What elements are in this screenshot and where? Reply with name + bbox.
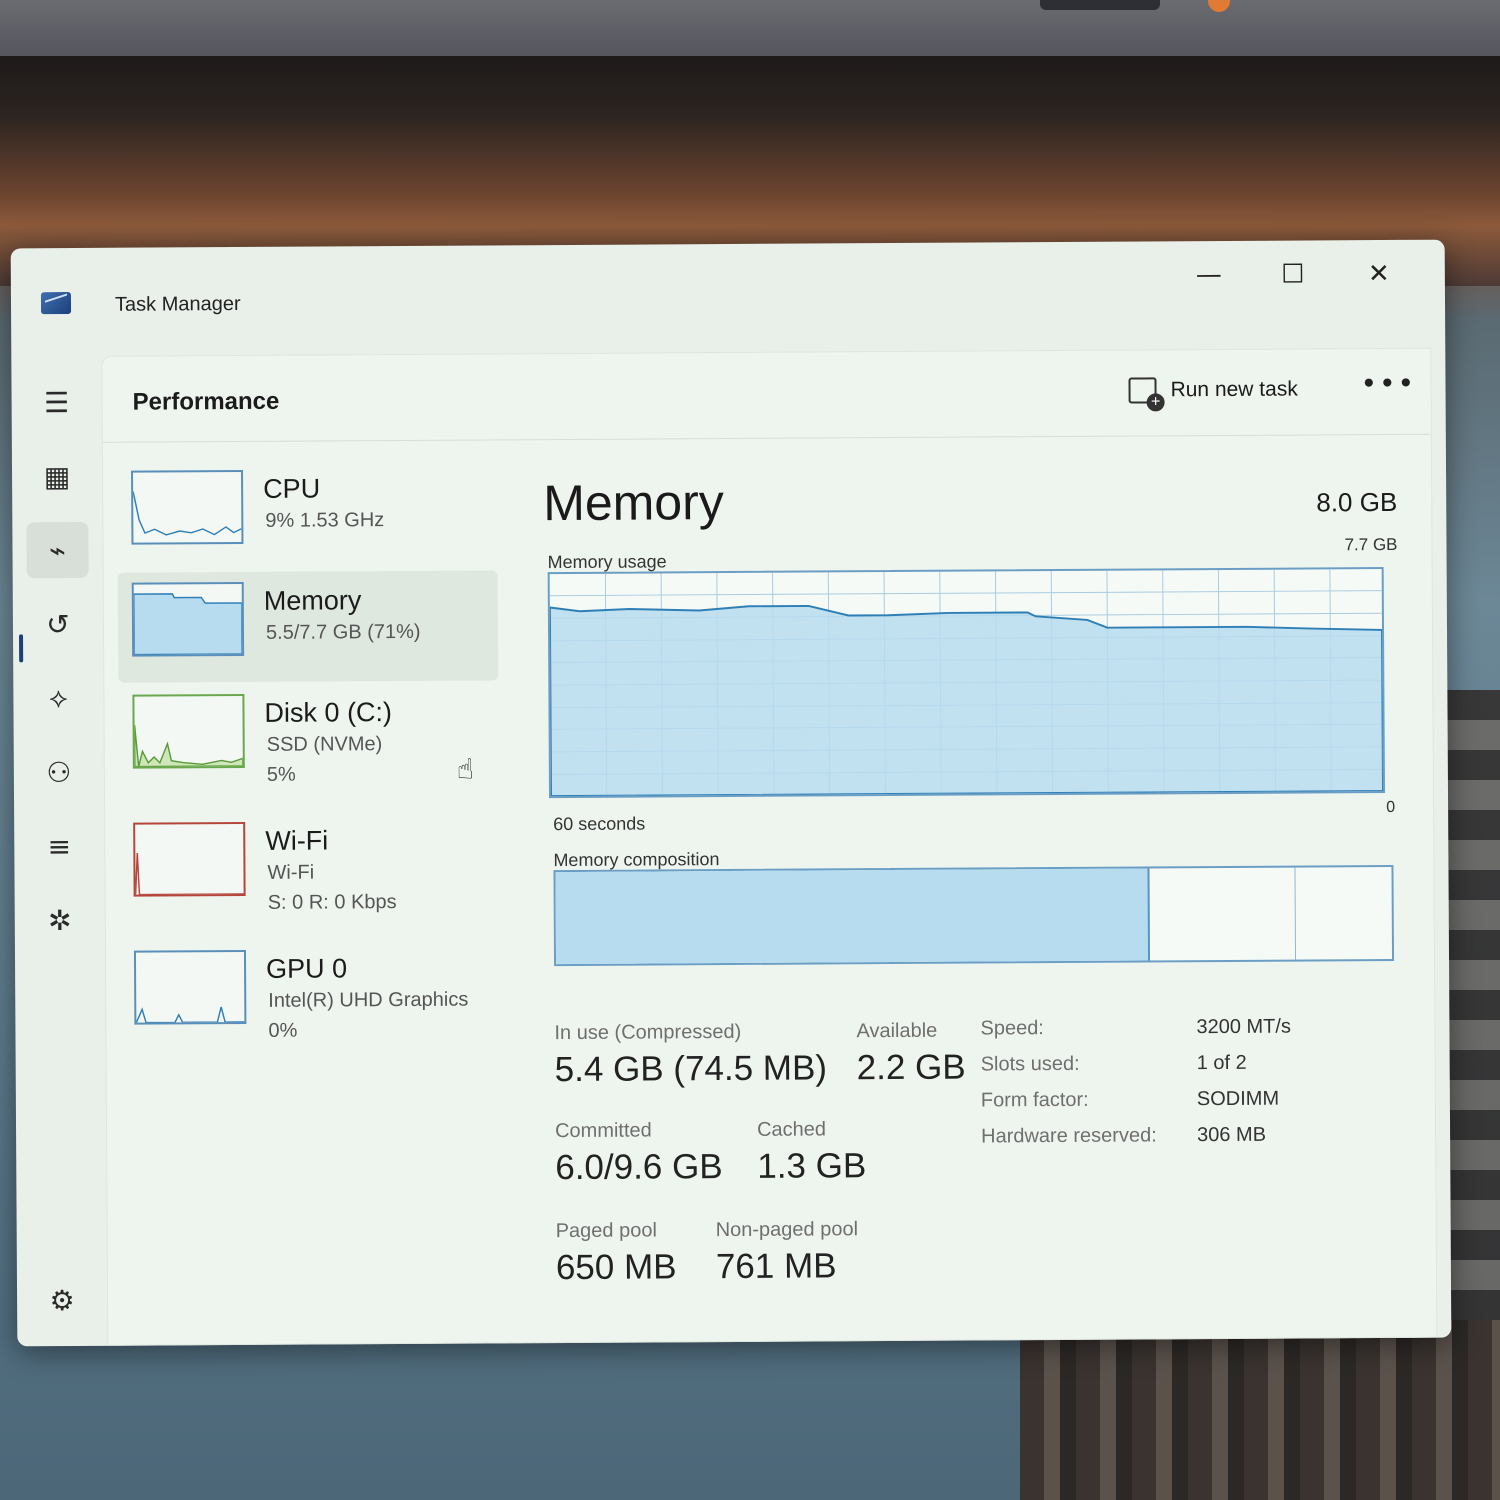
- performance-pane: Performance Run new task ••• CPU 9% 1.53…: [101, 347, 1438, 1346]
- device-throughput: S: 0 R: 0 Kbps: [267, 891, 397, 914]
- webcam: [1040, 0, 1160, 10]
- desktop-wallpaper-dock: [1020, 1320, 1500, 1500]
- non-paged-pool-value: 761 MB: [715, 1246, 837, 1287]
- users-icon[interactable]: ⚇: [28, 744, 90, 800]
- graph-time-span: 60 seconds: [553, 813, 646, 835]
- run-new-task-icon: [1128, 377, 1157, 404]
- available-value: 2.2 GB: [856, 1047, 966, 1088]
- form-factor-value: SODIMM: [1196, 1087, 1280, 1111]
- services-icon[interactable]: ✲: [29, 892, 91, 948]
- device-list: CPU 9% 1.53 GHz Memory 5.5/7.7 GB (71%) …: [117, 458, 501, 1080]
- device-name: CPU: [263, 473, 321, 504]
- committed-value: 6.0/9.6 GB: [555, 1147, 723, 1188]
- memory-composition-bar: [553, 864, 1395, 967]
- memory-usage-graph: [547, 567, 1386, 799]
- device-name: Disk 0 (C:): [264, 697, 393, 728]
- page-title: Performance: [132, 387, 280, 416]
- performance-icon[interactable]: ⌁: [26, 521, 89, 579]
- memory-detail-panel: Memory 8.0 GB Memory usage 7.7 GB 60 sec…: [543, 449, 1408, 1334]
- gpu-thumbnail-graph: [133, 949, 247, 1025]
- device-name: Memory: [263, 585, 362, 616]
- hardware-reserved-value: 306 MB: [1197, 1123, 1267, 1147]
- device-name: GPU 0: [265, 953, 348, 984]
- speed-value: 3200 MT/s: [1196, 1015, 1291, 1039]
- cached-value: 1.3 GB: [757, 1146, 867, 1186]
- speed-label: Speed:: [980, 1017, 1044, 1040]
- usage-graph-label: Memory usage: [547, 551, 667, 573]
- app-history-icon[interactable]: ↺: [27, 596, 89, 652]
- run-new-task-label: Run new task: [1170, 377, 1298, 402]
- composition-label: Memory composition: [553, 849, 720, 871]
- composition-in-use[interactable]: [555, 868, 1150, 965]
- close-button[interactable]: ✕: [1359, 254, 1399, 294]
- device-item-gpu[interactable]: GPU 0 Intel(R) UHD Graphics 0%: [120, 938, 501, 1050]
- slots-used-value: 1 of 2: [1196, 1051, 1247, 1075]
- settings-icon[interactable]: ⚙: [31, 1272, 93, 1328]
- in-use-value: 5.4 GB (74.5 MB): [554, 1048, 828, 1090]
- memory-usage-area: [548, 604, 1385, 798]
- device-detail: 5.5/7.7 GB (71%): [265, 620, 421, 644]
- in-use-label: In use (Compressed): [554, 1020, 742, 1045]
- active-nav-indicator: [19, 634, 24, 663]
- device-usage: 0%: [268, 1019, 298, 1042]
- details-icon[interactable]: ≡: [28, 818, 90, 874]
- navigation-sidebar: ☰ ▦ ⌁ ↺ ⟡ ⚇ ≡ ✲ ⚙: [11, 344, 107, 1347]
- device-detail: SSD (NVMe): [266, 733, 383, 756]
- memory-thumbnail-graph: [131, 581, 245, 657]
- available-label: Available: [856, 1019, 938, 1043]
- wifi-thumbnail-graph: [133, 821, 246, 897]
- graph-zero-label: 0: [1386, 798, 1396, 816]
- device-usage: 5%: [266, 763, 296, 786]
- maximize-button[interactable]: ☐: [1273, 254, 1313, 294]
- page-header: Performance Run new task •••: [102, 348, 1431, 443]
- run-new-task-button[interactable]: Run new task: [1128, 370, 1298, 411]
- more-options-button[interactable]: •••: [1360, 367, 1416, 400]
- cached-label: Cached: [756, 1118, 827, 1141]
- title-bar[interactable]: Task Manager — ☐ ✕: [11, 240, 1446, 345]
- device-detail: Intel(R) UHD Graphics: [268, 988, 469, 1012]
- device-item-disk[interactable]: Disk 0 (C:) SSD (NVMe) 5%: [118, 682, 499, 794]
- paged-pool-label: Paged pool: [555, 1219, 657, 1243]
- window-title: Task Manager: [114, 292, 241, 316]
- device-name: Wi-Fi: [265, 825, 329, 856]
- paged-pool-value: 650 MB: [555, 1247, 677, 1288]
- processes-icon[interactable]: ▦: [26, 448, 88, 504]
- slots-used-label: Slots used:: [980, 1052, 1080, 1076]
- laptop-bezel: [0, 0, 1500, 56]
- task-manager-app-icon: [40, 292, 72, 315]
- hand-pointer-icon: ☝: [456, 752, 475, 786]
- device-item-memory[interactable]: Memory 5.5/7.7 GB (71%): [117, 570, 499, 683]
- minimize-button[interactable]: —: [1189, 255, 1229, 295]
- cpu-thumbnail-graph: [131, 469, 244, 545]
- hamburger-icon[interactable]: ☰: [25, 374, 87, 430]
- disk-thumbnail-graph: [132, 693, 245, 769]
- device-item-cpu[interactable]: CPU 9% 1.53 GHz: [117, 458, 498, 570]
- task-manager-window: Task Manager — ☐ ✕ ☰ ▦ ⌁ ↺ ⟡ ⚇ ≡ ✲ ⚙ Per…: [10, 239, 1452, 1347]
- composition-modified[interactable]: [1149, 867, 1296, 961]
- form-factor-label: Form factor:: [980, 1088, 1089, 1112]
- detail-title: Memory: [543, 474, 724, 532]
- usage-graph-max: 7.7 GB: [1344, 534, 1398, 555]
- device-detail: Wi-Fi: [267, 861, 315, 884]
- total-memory: 8.0 GB: [1316, 486, 1398, 518]
- device-item-wifi[interactable]: Wi-Fi Wi-Fi S: 0 R: 0 Kbps: [119, 810, 500, 922]
- device-detail: 9% 1.53 GHz: [265, 509, 385, 532]
- startup-apps-icon[interactable]: ⟡: [27, 670, 89, 726]
- committed-label: Committed: [554, 1119, 652, 1143]
- hardware-reserved-label: Hardware reserved:: [981, 1124, 1157, 1148]
- camera-indicator-light: [1208, 0, 1230, 12]
- non-paged-pool-label: Non-paged pool: [715, 1218, 859, 1242]
